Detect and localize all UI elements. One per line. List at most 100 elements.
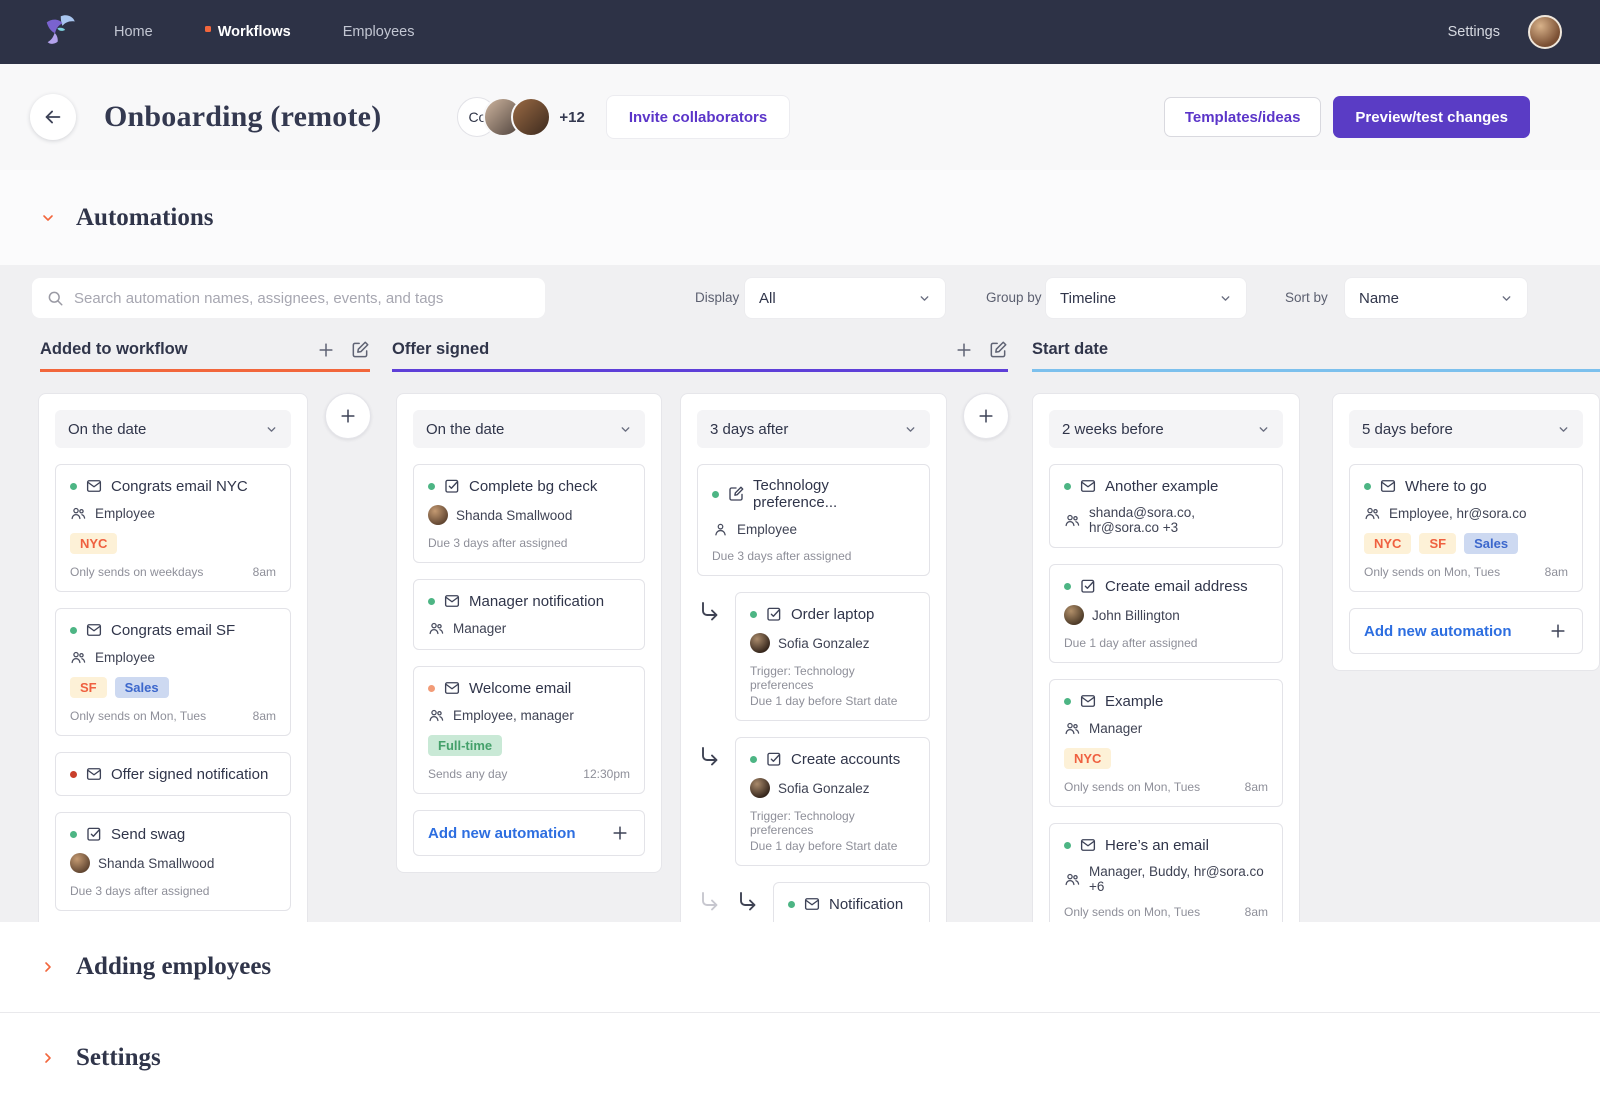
section-title: Settings [76,1044,161,1072]
timing-dropdown[interactable]: 3 days after [697,410,930,448]
select-value: Name [1359,290,1399,307]
page-header: Onboarding (remote) Co +12 Invite collab… [0,64,1600,170]
timing-label: 2 weeks before [1062,421,1164,438]
automation-title: Welcome email [469,680,571,697]
edit-column-icon[interactable] [988,340,1008,360]
automation-title: Create email address [1105,578,1248,595]
timing-dropdown[interactable]: 2 weeks before [1049,410,1283,448]
people-icon [428,707,445,724]
preview-test-changes-button[interactable]: Preview/test changes [1333,96,1530,138]
assignee-avatar [750,633,770,653]
automation-card[interactable]: Complete bg checkShanda SmallwoodDue 3 d… [413,464,645,563]
timing-group-panel: 2 weeks before Another exampleshanda@sora… [1032,393,1300,922]
settings-section-header[interactable]: Settings [0,1013,1600,1102]
adding-employees-section-header[interactable]: Adding employees [0,922,1600,1012]
templates-ideas-button[interactable]: Templates/ideas [1164,97,1322,137]
nav-item-settings[interactable]: Settings [1448,24,1500,40]
timing-dropdown[interactable]: On the date [413,410,645,448]
automation-card[interactable]: Order laptopSofia GonzalezTrigger: Techn… [735,592,930,721]
status-dot [70,831,77,838]
people-icon [428,620,445,637]
timing-dropdown[interactable]: 5 days before [1349,410,1583,448]
automation-card[interactable]: Offer signed notification [55,752,291,796]
card-title-row: Welcome email [428,679,630,697]
tag: Sales [115,677,169,698]
email-icon [85,477,103,495]
card-assignee: Sofia Gonzalez [750,633,915,653]
card-title-row: Complete bg check [428,477,630,495]
status-dot [1064,842,1071,849]
column-title: Start date [1032,340,1108,359]
branch-icon [735,882,773,922]
tag: Full-time [428,735,502,756]
automation-card[interactable]: Technology preference...EmployeeDue 3 da… [697,464,930,576]
nav-item-workflows[interactable]: Workflows [205,24,291,40]
automation-card[interactable]: Create email addressJohn BillingtonDue 1… [1049,564,1283,663]
automation-card[interactable]: Congrats email NYCEmployeeNYCOnly sends … [55,464,291,592]
invite-collaborators-button[interactable]: Invite collaborators [607,96,789,138]
automation-search[interactable] [32,278,545,318]
status-dot [428,598,435,605]
automation-card[interactable]: Congrats email SFEmployeeSFSalesOnly sen… [55,608,291,736]
edit-column-icon[interactable] [350,340,370,360]
search-input[interactable] [74,290,531,307]
people-icon [70,505,87,522]
nav-item-home[interactable]: Home [114,24,153,40]
automation-title: Where to go [1405,478,1487,495]
app-root: Home Workflows Employees Settings Onboar… [0,0,1600,1102]
automation-card[interactable]: Send swagShanda SmallwoodDue 3 days afte… [55,812,291,911]
collaborator-avatar[interactable] [511,97,551,137]
timing-dropdown[interactable]: On the date [55,410,291,448]
assignee-name: Manager, Buddy, hr@sora.co +6 [1089,864,1268,894]
automation-card[interactable]: NotificationSofia GonzalezTrigger: Creat… [773,882,930,922]
branch-icon [697,592,735,721]
add-automation-icon[interactable] [954,340,974,360]
card-title-row: Manager notification [428,592,630,610]
automation-title: Congrats email SF [111,622,235,639]
tag: SF [70,677,107,698]
assignee-name: Employee, hr@sora.co [1389,506,1527,521]
automation-card[interactable]: Where to goEmployee, hr@sora.coNYCSFSale… [1349,464,1583,592]
chevron-right-icon [40,1050,56,1066]
automation-card[interactable]: ExampleManagerNYCOnly sends on Mon, Tues… [1049,679,1283,807]
card-assignee: Employee [70,649,276,666]
nav-item-employees[interactable]: Employees [343,24,415,40]
active-nav-dot-icon [205,26,211,32]
add-group-button[interactable] [325,393,371,439]
person-icon [712,521,729,538]
nav-item-label: Home [114,24,153,40]
timing-label: On the date [68,421,146,438]
automation-title: Offer signed notification [111,766,268,783]
nested-card-row: Create accountsSofia GonzalezTrigger: Te… [697,737,930,866]
add-new-label: Add new automation [1364,623,1512,640]
automation-title: Example [1105,693,1163,710]
add-automation-icon[interactable] [316,340,336,360]
automations-section-header[interactable]: Automations [0,170,1600,265]
schedule-note: Only sends on weekdays [70,565,203,579]
add-new-automation-button[interactable]: Add new automation [413,810,645,856]
display-select[interactable]: All [745,278,945,318]
group-by-select[interactable]: Timeline [1046,278,1246,318]
schedule-time: 12:30pm [583,767,630,781]
automation-card[interactable]: Another exampleshanda@sora.co, hr@sora.c… [1049,464,1283,548]
automation-card[interactable]: Create accountsSofia GonzalezTrigger: Te… [735,737,930,866]
automation-card[interactable]: Here’s an emailManager, Buddy, hr@sora.c… [1049,823,1283,922]
card-title-row: Congrats email SF [70,621,276,639]
email-icon [85,621,103,639]
card-assignee: John Billington [1064,605,1268,625]
assignee-avatar [1064,605,1084,625]
back-button[interactable] [30,94,76,140]
timing-label: On the date [426,421,504,438]
add-new-automation-button[interactable]: Add new automation [1349,608,1583,654]
automation-card[interactable]: Manager notificationManager [413,579,645,650]
people-icon [1064,512,1081,529]
sort-by-select[interactable]: Name [1345,278,1527,318]
status-dot [1064,483,1071,490]
automation-card[interactable]: Welcome emailEmployee, managerFull-timeS… [413,666,645,794]
email-icon [1079,692,1097,710]
add-group-button[interactable] [963,393,1009,439]
button-label: Invite collaborators [629,109,767,126]
nested-card-row: NotificationSofia GonzalezTrigger: Creat… [697,882,930,922]
sora-logo-icon [38,11,80,53]
user-avatar[interactable] [1528,15,1562,49]
